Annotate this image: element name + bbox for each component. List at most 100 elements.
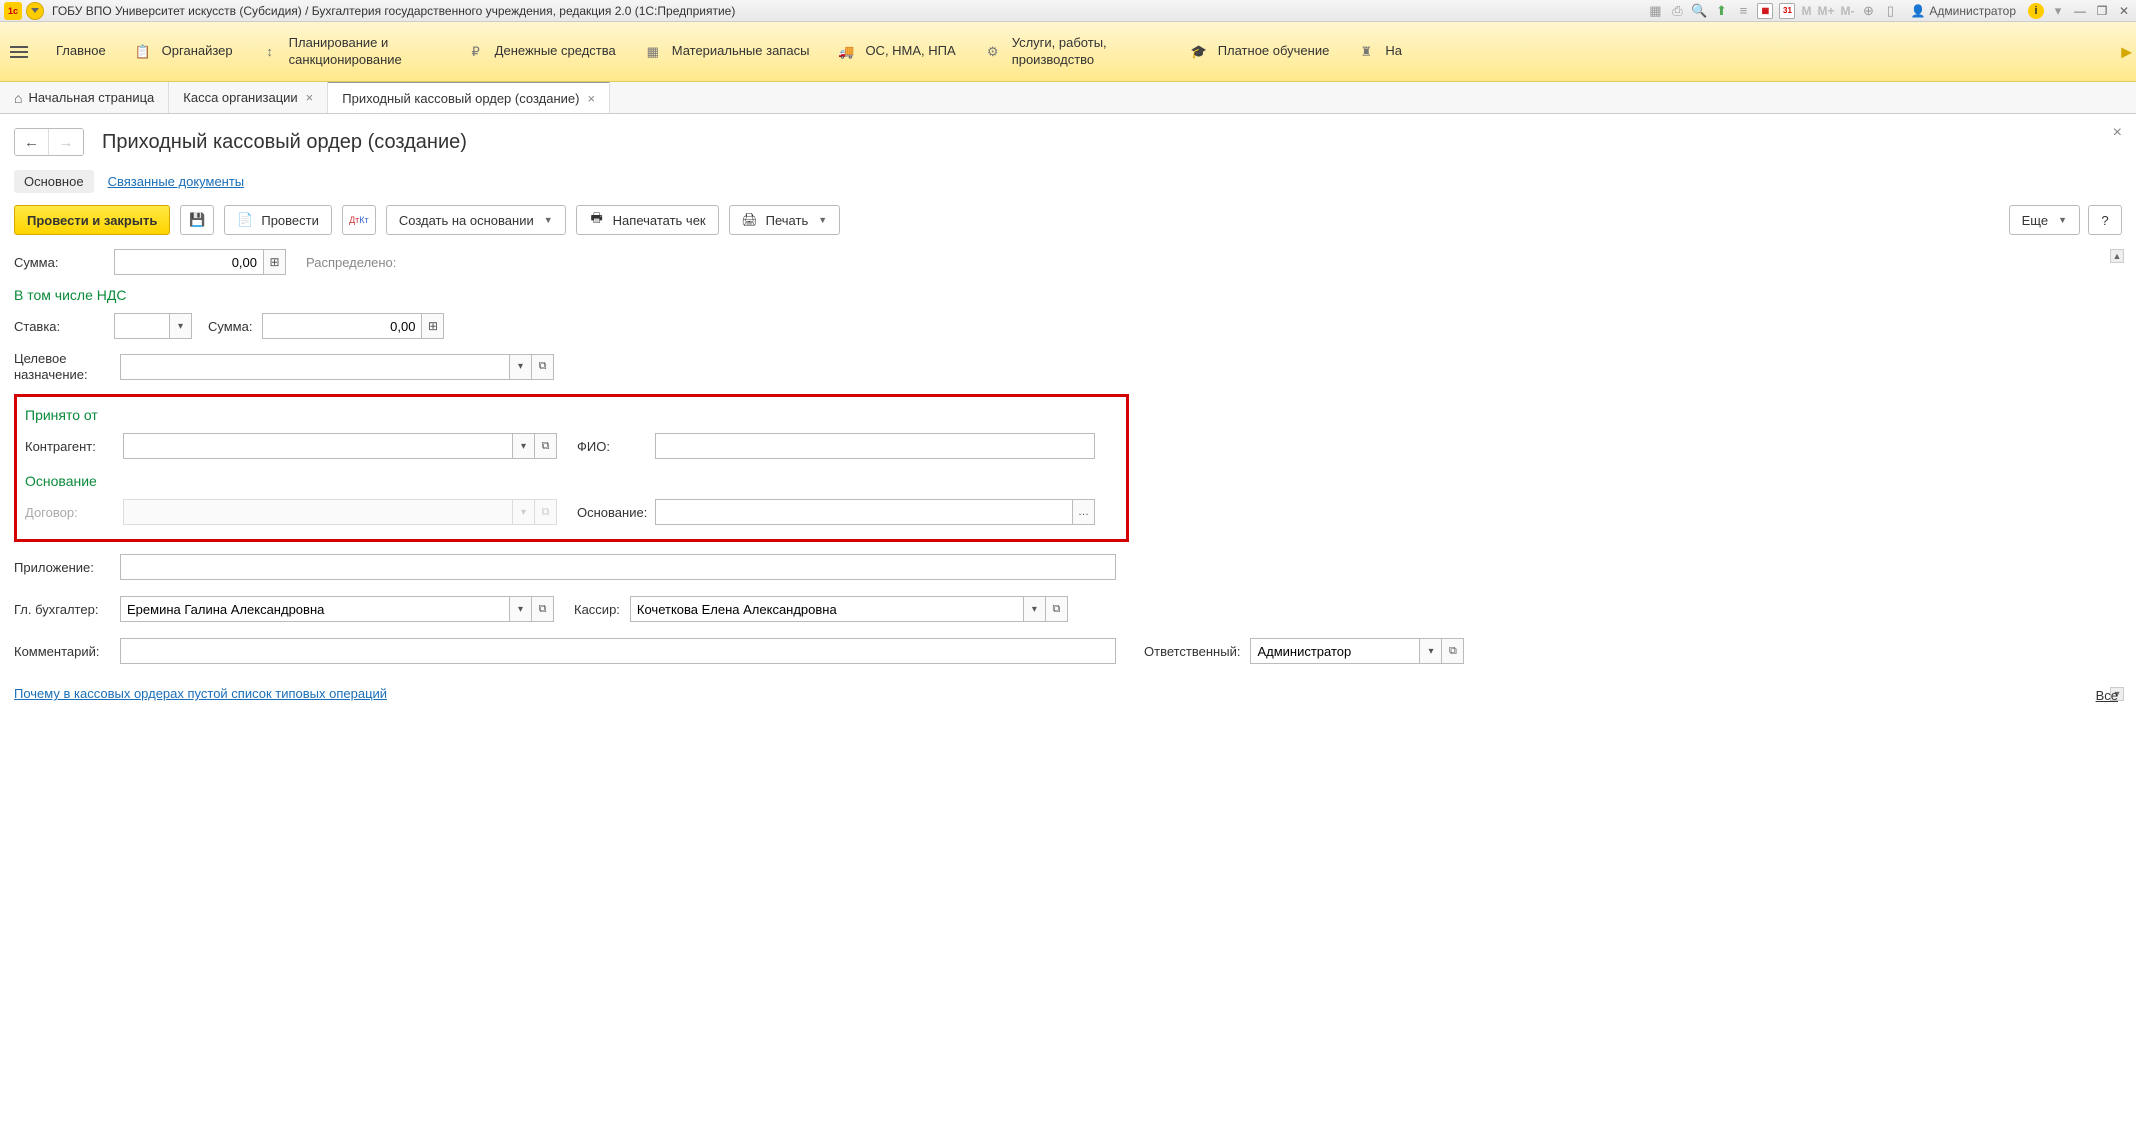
preview-icon[interactable]: 🔍 <box>1691 3 1707 19</box>
home-icon: ⌂ <box>14 90 22 106</box>
dropdown-icon <box>513 499 535 525</box>
user-name: Администратор <box>1929 4 2016 18</box>
more-icon[interactable] <box>1073 499 1095 525</box>
nav-more[interactable]: ♜На <box>1357 43 1402 61</box>
chief-accountant-input[interactable] <box>120 596 510 622</box>
back-button[interactable]: ← <box>15 129 49 155</box>
attachment-input[interactable] <box>120 554 1116 580</box>
post-icon: 📄 <box>237 212 253 228</box>
distributed-label: Распределено: <box>306 255 396 270</box>
memory-m-plus[interactable]: M+ <box>1817 4 1834 18</box>
open-icon[interactable] <box>1046 596 1068 622</box>
help-link[interactable]: Почему в кассовых ордерах пустой список … <box>14 686 387 701</box>
basis-input[interactable] <box>655 499 1073 525</box>
sum-input[interactable] <box>114 249 264 275</box>
compare-icon[interactable]: ≡ <box>1735 3 1751 19</box>
calendar-31-icon[interactable]: 31 <box>1779 3 1795 19</box>
maximize-button[interactable]: ❐ <box>2094 3 2110 19</box>
forward-button[interactable]: → <box>49 129 83 155</box>
calendar-icon[interactable]: ▦ <box>1757 3 1773 19</box>
fio-label: ФИО: <box>577 439 647 454</box>
open-icon[interactable] <box>532 596 554 622</box>
tab-home[interactable]: ⌂ Начальная страница <box>0 82 169 113</box>
current-user[interactable]: 👤Администратор <box>1910 4 2016 18</box>
panel-icon[interactable]: ▯ <box>1882 3 1898 19</box>
fio-input[interactable] <box>655 433 1095 459</box>
help-button[interactable]: ? <box>2088 205 2122 235</box>
scroll-up-icon[interactable]: ▲ <box>2110 249 2124 263</box>
form-scrollbar[interactable]: ▲ ▼ <box>2110 249 2124 701</box>
rate-input[interactable] <box>114 313 170 339</box>
printer-icon: 🖨 <box>742 212 758 228</box>
clipboard-icon: 📋 <box>134 43 152 61</box>
close-window-button[interactable]: ✕ <box>2116 3 2132 19</box>
responsible-input[interactable] <box>1250 638 1420 664</box>
print-button[interactable]: 🖨Печать▼ <box>729 205 841 235</box>
tab-close-icon[interactable]: × <box>306 90 314 105</box>
counterparty-input[interactable] <box>123 433 513 459</box>
open-icon <box>535 499 557 525</box>
receipt-icon: 🖶 <box>589 212 605 228</box>
hamburger-menu-icon[interactable] <box>10 46 28 58</box>
nav-materials[interactable]: ▦Материальные запасы <box>644 43 810 61</box>
calculator-icon[interactable] <box>422 313 444 339</box>
create-based-button[interactable]: Создать на основании▼ <box>386 205 566 235</box>
more-button[interactable]: Еще▼ <box>2009 205 2080 235</box>
dropdown-icon[interactable] <box>510 596 532 622</box>
calculator-icon[interactable] <box>264 249 286 275</box>
dropdown-icon[interactable] <box>510 354 532 380</box>
memory-m[interactable]: M <box>1801 4 1811 18</box>
vat-sum-label: Сумма: <box>208 319 252 334</box>
nav-assets[interactable]: 🚚ОС, НМА, НПА <box>837 43 955 61</box>
open-icon[interactable] <box>532 354 554 380</box>
save-button[interactable]: 💾 <box>180 205 214 235</box>
nav-scroll-right-icon[interactable]: ▶ <box>2121 43 2132 60</box>
vat-sum-input[interactable] <box>262 313 422 339</box>
emblem-icon: ♜ <box>1357 43 1375 61</box>
subnav-linked[interactable]: Связанные документы <box>98 170 255 193</box>
info-dd-icon[interactable]: ▾ <box>2050 3 2066 19</box>
dtkt-icon: ДтКт <box>351 212 367 228</box>
upload-icon[interactable]: ⬆ <box>1713 3 1729 19</box>
post-button[interactable]: 📄Провести <box>224 205 332 235</box>
print-receipt-button[interactable]: 🖶Напечатать чек <box>576 205 719 235</box>
minimize-button[interactable]: — <box>2072 3 2088 19</box>
window-title: ГОБУ ВПО Университет искусств (Субсидия)… <box>52 4 735 18</box>
nav-money[interactable]: ₽Денежные средства <box>467 43 616 61</box>
tab-cashdesk[interactable]: Касса организации × <box>169 82 328 113</box>
cashier-label: Кассир: <box>574 602 620 617</box>
post-and-close-button[interactable]: Провести и закрыть <box>14 205 170 235</box>
close-page-icon[interactable]: × <box>2113 124 2122 142</box>
tab-close-icon[interactable]: × <box>587 91 595 106</box>
history-nav: ← → <box>14 128 84 156</box>
nav-planning[interactable]: ↕Планирование и санкционирование <box>261 35 439 68</box>
nav-organizer[interactable]: 📋Органайзер <box>134 43 233 61</box>
chief-accountant-label: Гл. бухгалтер: <box>14 602 110 617</box>
print-icon[interactable]: ⎙ <box>1669 3 1685 19</box>
info-icon[interactable]: i <box>2028 3 2044 19</box>
nav-education[interactable]: 🎓Платное обучение <box>1190 43 1330 61</box>
nav-services[interactable]: ⚙Услуги, работы, производство <box>984 35 1162 68</box>
truck-icon: 🚚 <box>837 43 855 61</box>
cashier-input[interactable] <box>630 596 1024 622</box>
planning-icon: ↕ <box>261 43 279 61</box>
rate-dropdown-icon[interactable] <box>170 313 192 339</box>
show-all-link[interactable]: Все <box>2096 688 2118 703</box>
contract-input <box>123 499 513 525</box>
dropdown-icon[interactable] <box>1420 638 1442 664</box>
tab-cash-order[interactable]: Приходный кассовый ордер (создание) × <box>328 81 610 113</box>
dtkt-button[interactable]: ДтКт <box>342 205 376 235</box>
nav-main[interactable]: Главное <box>56 43 106 59</box>
comment-input[interactable] <box>120 638 1116 664</box>
dropdown-icon[interactable] <box>513 433 535 459</box>
responsible-label: Ответственный: <box>1144 644 1240 659</box>
subnav-main[interactable]: Основное <box>14 170 94 193</box>
open-icon[interactable] <box>1442 638 1464 664</box>
app-menu-dropdown[interactable] <box>26 2 44 20</box>
dropdown-icon[interactable] <box>1024 596 1046 622</box>
memory-m-minus[interactable]: M- <box>1840 4 1854 18</box>
zoom-icon[interactable]: ⊕ <box>1860 3 1876 19</box>
open-icon[interactable] <box>535 433 557 459</box>
toolbar-icon-1[interactable]: ▦ <box>1647 3 1663 19</box>
purpose-input[interactable] <box>120 354 510 380</box>
